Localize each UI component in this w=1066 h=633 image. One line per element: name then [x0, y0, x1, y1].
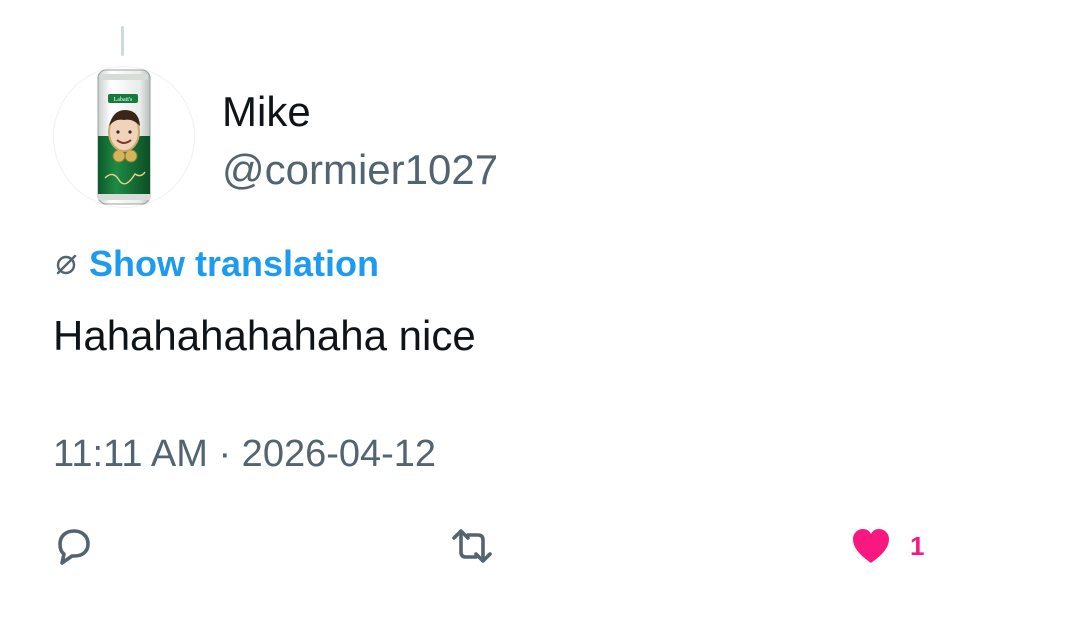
like-count: 1	[910, 530, 925, 561]
author-display-name[interactable]: Mike	[222, 88, 498, 136]
avatar[interactable]: Labatt's	[53, 66, 195, 208]
author-handle[interactable]: @cormier1027	[222, 146, 498, 194]
like-button[interactable]: 1	[850, 520, 924, 572]
reply-button[interactable]	[52, 520, 96, 572]
retweet-icon	[452, 529, 492, 563]
heart-filled-icon	[853, 529, 889, 563]
beer-can-avatar-image: Labatt's	[97, 69, 151, 205]
globe-icon	[53, 251, 79, 277]
author-info[interactable]: Mike @cormier1027	[222, 88, 498, 194]
retweet-button[interactable]	[448, 520, 496, 572]
tweet-timestamp[interactable]: 11:11 AM · 2026-04-12	[53, 431, 436, 477]
tweet-actions: 1	[0, 520, 1066, 572]
show-translation[interactable]: Show translation	[53, 242, 379, 286]
tweet-text: Hahahahahahaha nice	[53, 312, 476, 359]
show-translation-link[interactable]: Show translation	[89, 242, 379, 286]
reply-icon	[58, 529, 90, 565]
svg-text:Labatt's: Labatt's	[114, 97, 133, 103]
thread-connector-line	[121, 26, 124, 56]
